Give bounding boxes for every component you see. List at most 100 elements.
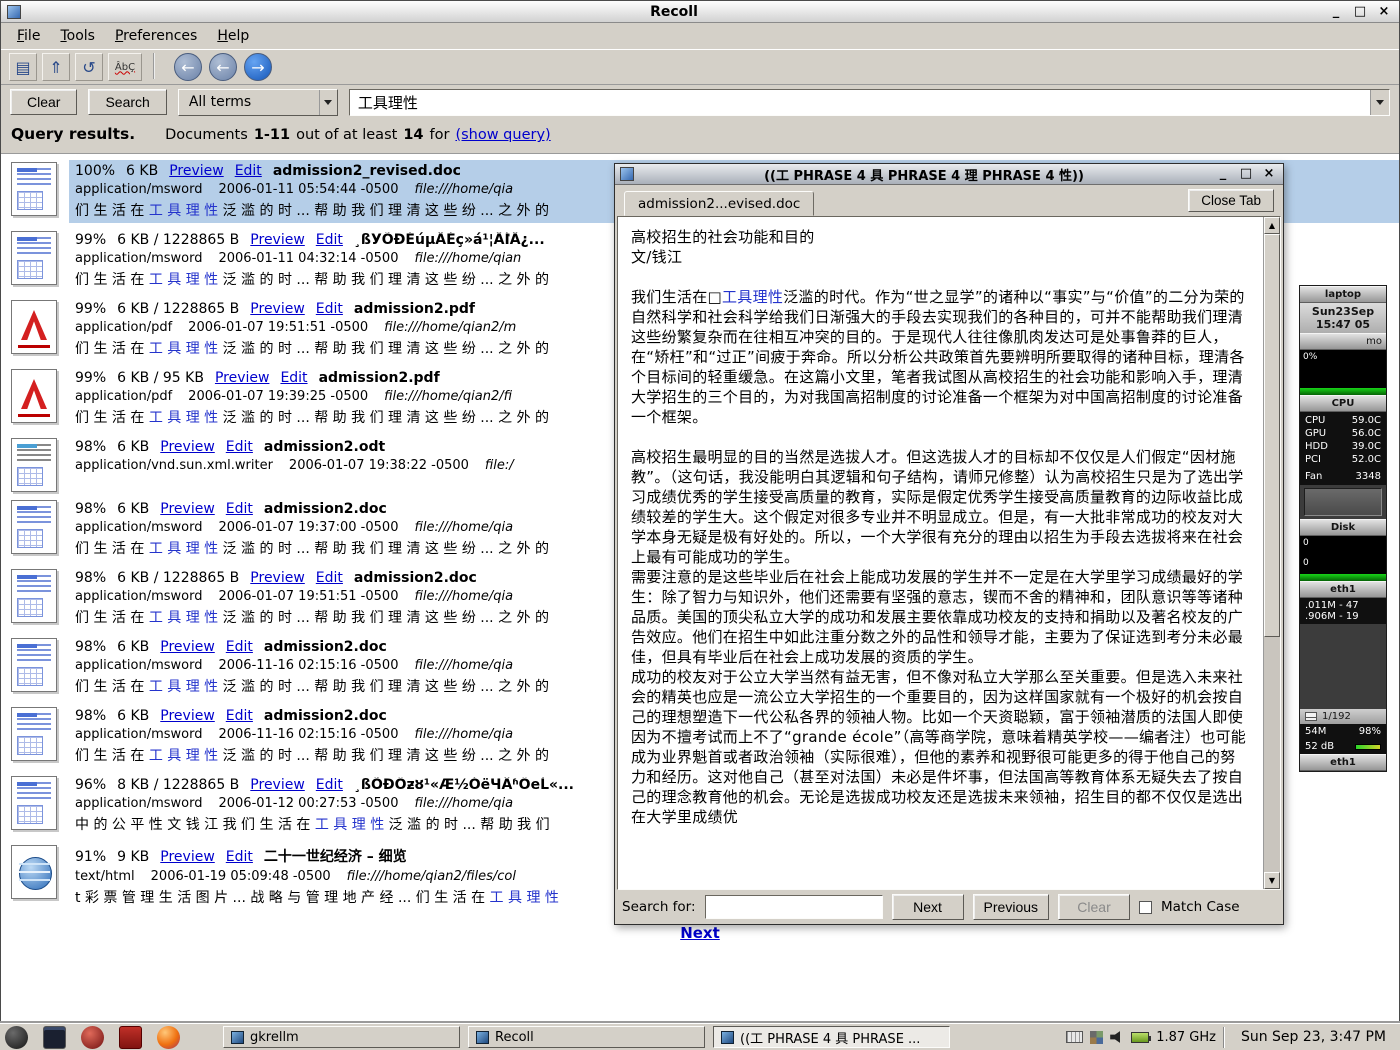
- window-title: Recoll: [27, 4, 1321, 20]
- preview-link[interactable]: Preview: [160, 708, 215, 724]
- terminal-icon[interactable]: [43, 1026, 66, 1049]
- edit-link[interactable]: Edit: [280, 370, 307, 386]
- window-menu-icon[interactable]: [7, 5, 21, 19]
- edit-link[interactable]: Edit: [316, 570, 343, 586]
- preview-tab[interactable]: admission2...evised.doc: [624, 191, 814, 216]
- preview-scrollbar[interactable]: ▲ ▼: [1263, 217, 1280, 889]
- preview-link[interactable]: Preview: [250, 777, 305, 793]
- search-type-dropdown[interactable]: All terms: [178, 89, 338, 116]
- minimize-button[interactable]: _: [1327, 3, 1345, 21]
- chevron-down-icon: [319, 90, 337, 115]
- gkrellm-hostname[interactable]: laptop: [1300, 286, 1386, 303]
- taskbar-task-1[interactable]: gkrellm: [223, 1026, 460, 1048]
- edit-link[interactable]: Edit: [316, 301, 343, 317]
- sensor-row: CPU59.0C: [1305, 414, 1381, 427]
- result-title: admission2.doc: [354, 570, 477, 586]
- edit-link[interactable]: Edit: [316, 777, 343, 793]
- spell-check-icon[interactable]: ÂbÇ: [108, 53, 142, 81]
- volume-value: 52 dB: [1305, 741, 1334, 752]
- menu-preferences[interactable]: Preferences: [105, 25, 207, 47]
- workspace-switcher-icon[interactable]: [1090, 1031, 1103, 1044]
- gkrellm-volume[interactable]: 52 dB: [1300, 739, 1386, 754]
- taskbar-task-3[interactable]: ((工 PHRASE 4 具 PHRASE ...: [713, 1026, 950, 1048]
- preview-link[interactable]: Preview: [160, 439, 215, 455]
- next-page-link[interactable]: Next: [1, 924, 1399, 942]
- edit-link[interactable]: Edit: [226, 439, 253, 455]
- edit-link[interactable]: Edit: [226, 501, 253, 517]
- scroll-up-icon[interactable]: ▲: [1264, 217, 1280, 234]
- match-case-checkbox[interactable]: [1139, 901, 1152, 914]
- preview-body: 高校招生的社会功能和目的文/钱江我们生活在□工具理性泛滥的时代。作为“世之显学”…: [617, 216, 1281, 890]
- preview-link[interactable]: Preview: [250, 570, 305, 586]
- clear-field-icon[interactable]: ⇑: [42, 53, 70, 81]
- preview-minimize-button[interactable]: _: [1214, 165, 1232, 183]
- preview-link[interactable]: Preview: [160, 639, 215, 655]
- nav-forward-icon[interactable]: →: [244, 53, 272, 81]
- preview-close-button[interactable]: ×: [1260, 165, 1278, 183]
- edit-link[interactable]: Edit: [226, 639, 253, 655]
- gkrellm-time: 15:47 05: [1300, 318, 1386, 331]
- app-menu-icon[interactable]: [5, 1026, 28, 1049]
- scrollbar-thumb[interactable]: [1264, 234, 1280, 637]
- close-button[interactable]: ×: [1375, 3, 1393, 21]
- system-tray: 1.87 GHz Sun Sep 23, 3:47 PM: [1066, 1027, 1395, 1048]
- gkrellm-mail[interactable]: 1/192: [1300, 709, 1386, 724]
- preview-link[interactable]: Preview: [160, 501, 215, 517]
- task-area: gkrellm Recoll ((工 PHRASE 4 具 PHRASE ...: [223, 1026, 950, 1048]
- maximize-button[interactable]: □: [1351, 3, 1369, 21]
- gkrellm-clock: Sun23Sep 15:47 05: [1300, 303, 1386, 333]
- memory-percent: 98%: [1359, 726, 1381, 737]
- preview-link[interactable]: Preview: [215, 370, 270, 386]
- result-mime: application/msword: [75, 727, 202, 742]
- menu-file[interactable]: File: [7, 25, 50, 47]
- find-next-button[interactable]: Next: [892, 894, 964, 920]
- taskbar-clock[interactable]: Sun Sep 23, 3:47 PM: [1232, 1029, 1395, 1045]
- menu-help[interactable]: Help: [207, 25, 259, 47]
- result-size: 6 KB: [126, 163, 158, 179]
- clear-button[interactable]: Clear: [10, 89, 77, 115]
- search-button[interactable]: Search: [88, 89, 166, 115]
- preview-maximize-button[interactable]: □: [1237, 165, 1255, 183]
- preview-titlebar[interactable]: ((工 PHRASE 4 具 PHRASE 4 理 PHRASE 4 性)) _…: [615, 164, 1283, 185]
- edit-link[interactable]: Edit: [226, 708, 253, 724]
- media-player-icon[interactable]: [81, 1026, 104, 1049]
- preview-link[interactable]: Preview: [250, 232, 305, 248]
- scroll-down-icon[interactable]: ▼: [1264, 872, 1280, 889]
- query-fields-icon[interactable]: ▤: [9, 53, 37, 81]
- taskbar-task-2[interactable]: Recoll: [468, 1026, 705, 1048]
- preview-text[interactable]: 高校招生的社会功能和目的文/钱江我们生活在□工具理性泛滥的时代。作为“世之显学”…: [618, 217, 1263, 889]
- firefox-icon[interactable]: [157, 1026, 180, 1049]
- close-tab-button[interactable]: Close Tab: [1188, 189, 1274, 212]
- edit-link[interactable]: Edit: [316, 232, 343, 248]
- preview-search-input[interactable]: [705, 895, 883, 919]
- menu-tools[interactable]: Tools: [50, 25, 105, 47]
- query-input[interactable]: [350, 90, 1370, 115]
- preview-link[interactable]: Preview: [169, 163, 224, 179]
- gkrellm-window[interactable]: laptop Sun23Sep 15:47 05 mo 0% CPU CPU59…: [1299, 285, 1387, 772]
- preview-window-icon[interactable]: [620, 167, 634, 181]
- nav-first-icon[interactable]: ←: [174, 53, 202, 81]
- gkrellm-cpu-label[interactable]: CPU: [1300, 395, 1386, 412]
- gkrellm-net-label[interactable]: eth1: [1300, 581, 1386, 598]
- preview-link[interactable]: Preview: [250, 301, 305, 317]
- result-title: admission2.doc: [264, 708, 387, 724]
- nav-back-icon[interactable]: ←: [209, 53, 237, 81]
- package-manager-icon[interactable]: [119, 1026, 142, 1049]
- query-history-icon[interactable]: [1370, 90, 1389, 115]
- show-query-link[interactable]: (show query): [455, 127, 550, 143]
- volume-icon[interactable]: [1110, 1031, 1124, 1044]
- recoll-titlebar[interactable]: Recoll _ □ ×: [1, 1, 1399, 23]
- keyboard-layout-icon[interactable]: [1066, 1031, 1083, 1043]
- gkrellm-disk-label[interactable]: Disk: [1300, 519, 1386, 536]
- edit-link[interactable]: Edit: [235, 163, 262, 179]
- file-type-icon: [11, 569, 57, 623]
- preview-link[interactable]: Preview: [160, 849, 215, 865]
- edit-link[interactable]: Edit: [226, 849, 253, 865]
- results-count-mid: out of at least: [296, 127, 397, 143]
- file-type-icon: [11, 162, 57, 216]
- find-previous-button[interactable]: Previous: [973, 894, 1049, 920]
- battery-icon[interactable]: [1131, 1032, 1149, 1043]
- result-date: 2006-01-07 19:38:22 -0500: [289, 458, 469, 473]
- find-clear-button[interactable]: Clear: [1058, 894, 1130, 920]
- term-explorer-icon[interactable]: ↺: [75, 53, 103, 81]
